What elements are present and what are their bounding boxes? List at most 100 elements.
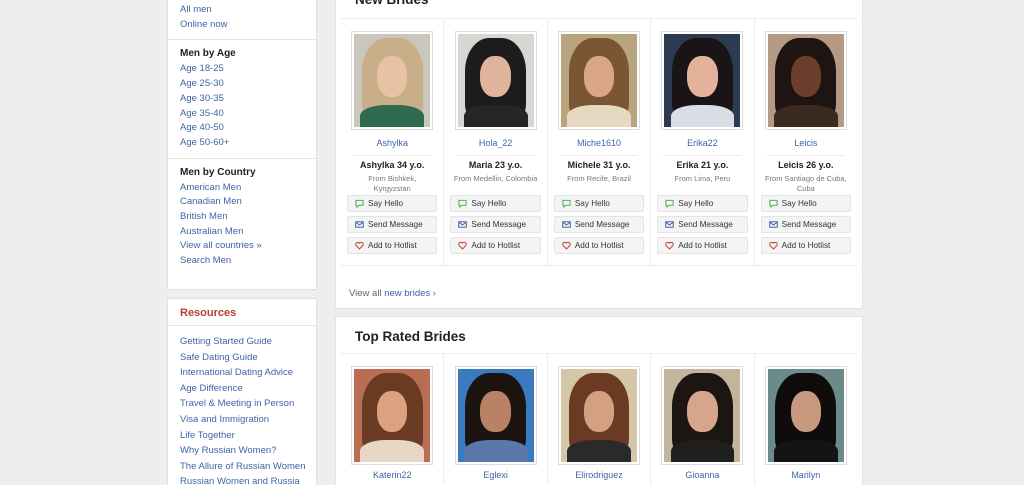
profile-nickname[interactable]: Miche1610 [548,138,650,148]
add-to-hotlist-label: Add to Hotlist [368,241,417,250]
profile-location: From Bishkek, Kyrgyzstan [368,174,417,193]
resource-link[interactable]: Safe Dating Guide [180,350,304,366]
profile-card: Elirodriguez [546,354,650,485]
profile-nickname[interactable]: Erika22 [651,138,753,148]
new-brides-title: New Brides [336,0,429,9]
profile-location: From Recife, Brazil [567,174,631,183]
profile-nickname[interactable]: Gioanna [651,470,753,480]
send-message-button[interactable]: Send Message [760,216,852,233]
profile-photo[interactable] [764,366,847,465]
sidebar-link-age[interactable]: Age 35-40 [180,107,304,122]
sidebar-link-view-all-countries[interactable]: View all countries » [180,239,304,254]
profile-photo[interactable] [454,366,537,465]
sidebar-link-country[interactable]: British Men [180,210,304,225]
profile-nickname[interactable]: Katerin22 [341,470,443,480]
resource-link[interactable]: Age Difference [180,381,304,397]
say-hello-button[interactable]: Say Hello [657,195,748,212]
resources-heading: Resources [168,299,316,326]
send-message-button[interactable]: Send Message [347,216,438,233]
profile-nickname[interactable]: Elirodriguez [548,470,650,480]
profile-photo[interactable] [764,31,847,130]
profile-nickname[interactable]: Eglexi [444,470,546,480]
add-to-hotlist-label: Add to Hotlist [678,241,727,250]
say-hello-button[interactable]: Say Hello [760,195,852,212]
say-hello-label: Say Hello [471,199,507,208]
profile-card: Marilyn [753,354,857,485]
men-by-country-heading: Men by Country [180,166,256,178]
sidebar-link-age[interactable]: Age 18-25 [180,62,304,77]
profile-location: From Medellin, Colombia [453,174,538,183]
profile-nickname[interactable]: Leicis [755,138,857,148]
sidebar-link-search-men[interactable]: Search Men [180,254,304,269]
send-message-button[interactable]: Send Message [657,216,748,233]
send-message-label: Send Message [781,220,837,229]
profile-photo[interactable] [661,31,744,130]
add-to-hotlist-label: Add to Hotlist [471,241,521,250]
say-hello-label: Say Hello [368,199,404,208]
profile-card: Erika22 Erika 21 y.o. From Lima, Peru Say H… [650,19,753,265]
add-to-hotlist-button[interactable]: Add to Hotlist [347,237,438,254]
sidebar-link-age[interactable]: Age 40-50 [180,121,304,136]
profile-card: Miche1610 Michele 31 y.o. From Recife, Bra… [546,19,650,265]
card-divider [456,155,535,156]
card-divider [353,155,432,156]
say-hello-label: Say Hello [574,199,610,208]
send-message-button[interactable]: Send Message [553,216,645,233]
card-divider [663,155,742,156]
profile-photo[interactable] [661,366,744,465]
add-to-hotlist-button[interactable]: Add to Hotlist [553,237,645,254]
profile-name-age: Maria 23 y.o. [468,160,523,170]
say-hello-button[interactable]: Say Hello [553,195,645,212]
resource-link[interactable]: Russian Women and Russia [180,474,304,485]
profile-card: Katerin22 [341,354,443,485]
send-message-button[interactable]: Send Message [450,216,541,233]
new-brides-panel: New Brides Ashylka Ashylka 34 y.o. From Bi… [335,0,863,309]
profile-nickname[interactable]: Hola_22 [444,138,546,148]
new-brides-cards: Ashylka Ashylka 34 y.o. From Bishkek, Kyrg… [341,18,857,266]
resource-link[interactable]: Getting Started Guide [180,334,304,350]
say-hello-button[interactable]: Say Hello [347,195,438,212]
profile-nickname[interactable]: Ashylka [341,138,443,148]
card-divider [766,155,846,156]
profile-photo[interactable] [351,366,434,465]
profile-photo[interactable] [558,366,641,465]
card-divider [559,155,639,156]
profile-card: Eglexi [443,354,546,485]
sidebar-link-online-now[interactable]: Online now [180,18,304,33]
resource-link[interactable]: Why Russian Women? [180,443,304,459]
men-sidebar-box: All men Online now Men by Age Age 18-25 … [167,0,317,290]
view-all-new-brides-link[interactable]: new brides [384,288,430,299]
resource-link[interactable]: Life Together [180,428,304,444]
resources-sidebar-box: Resources Getting Started Guide Safe Dat… [167,298,317,485]
profile-nickname[interactable]: Marilyn [755,470,857,480]
sidebar-link-country[interactable]: Australian Men [180,225,304,240]
sidebar-link-country[interactable]: American Men [180,181,304,196]
resource-link[interactable]: The Allure of Russian Women [180,459,306,475]
sidebar-link-age[interactable]: Age 25-30 [180,77,304,92]
send-message-label: Send Message [574,220,630,229]
add-to-hotlist-button[interactable]: Add to Hotlist [450,237,541,254]
profile-photo[interactable] [351,31,434,130]
resource-link[interactable]: Travel & Meeting in Person [180,396,304,412]
profile-photo[interactable] [558,31,641,130]
add-to-hotlist-button[interactable]: Add to Hotlist [760,237,852,254]
men-by-country-section: Men by Country American Men Canadian Men… [168,157,316,269]
send-message-label: Send Message [368,220,423,229]
sidebar-link-age[interactable]: Age 30-35 [180,92,304,107]
top-rated-title: Top Rated Brides [355,329,466,344]
resource-link[interactable]: Visa and Immigration [180,412,304,428]
men-by-age-section: Men by Age Age 18-25 Age 25-30 Age 30-35… [168,39,316,157]
profile-photo[interactable] [454,31,537,130]
sidebar-link-age[interactable]: Age 50-60+ [180,136,304,151]
send-message-label: Send Message [471,220,527,229]
top-rated-panel: Top Rated Brides Katerin22 Eglexi Elirodri… [335,316,863,485]
send-message-label: Send Message [678,220,733,229]
profile-location: From Santiago de Cuba, Cuba [764,174,847,193]
resource-link[interactable]: International Dating Advice [180,365,304,381]
sidebar-link-country[interactable]: Canadian Men [180,195,304,210]
resources-list: Getting Started Guide Safe Dating Guide … [168,326,316,485]
sidebar-link-all-men[interactable]: All men [180,3,304,18]
add-to-hotlist-button[interactable]: Add to Hotlist [657,237,748,254]
profile-location: From Lima, Peru [674,174,731,183]
say-hello-button[interactable]: Say Hello [450,195,541,212]
